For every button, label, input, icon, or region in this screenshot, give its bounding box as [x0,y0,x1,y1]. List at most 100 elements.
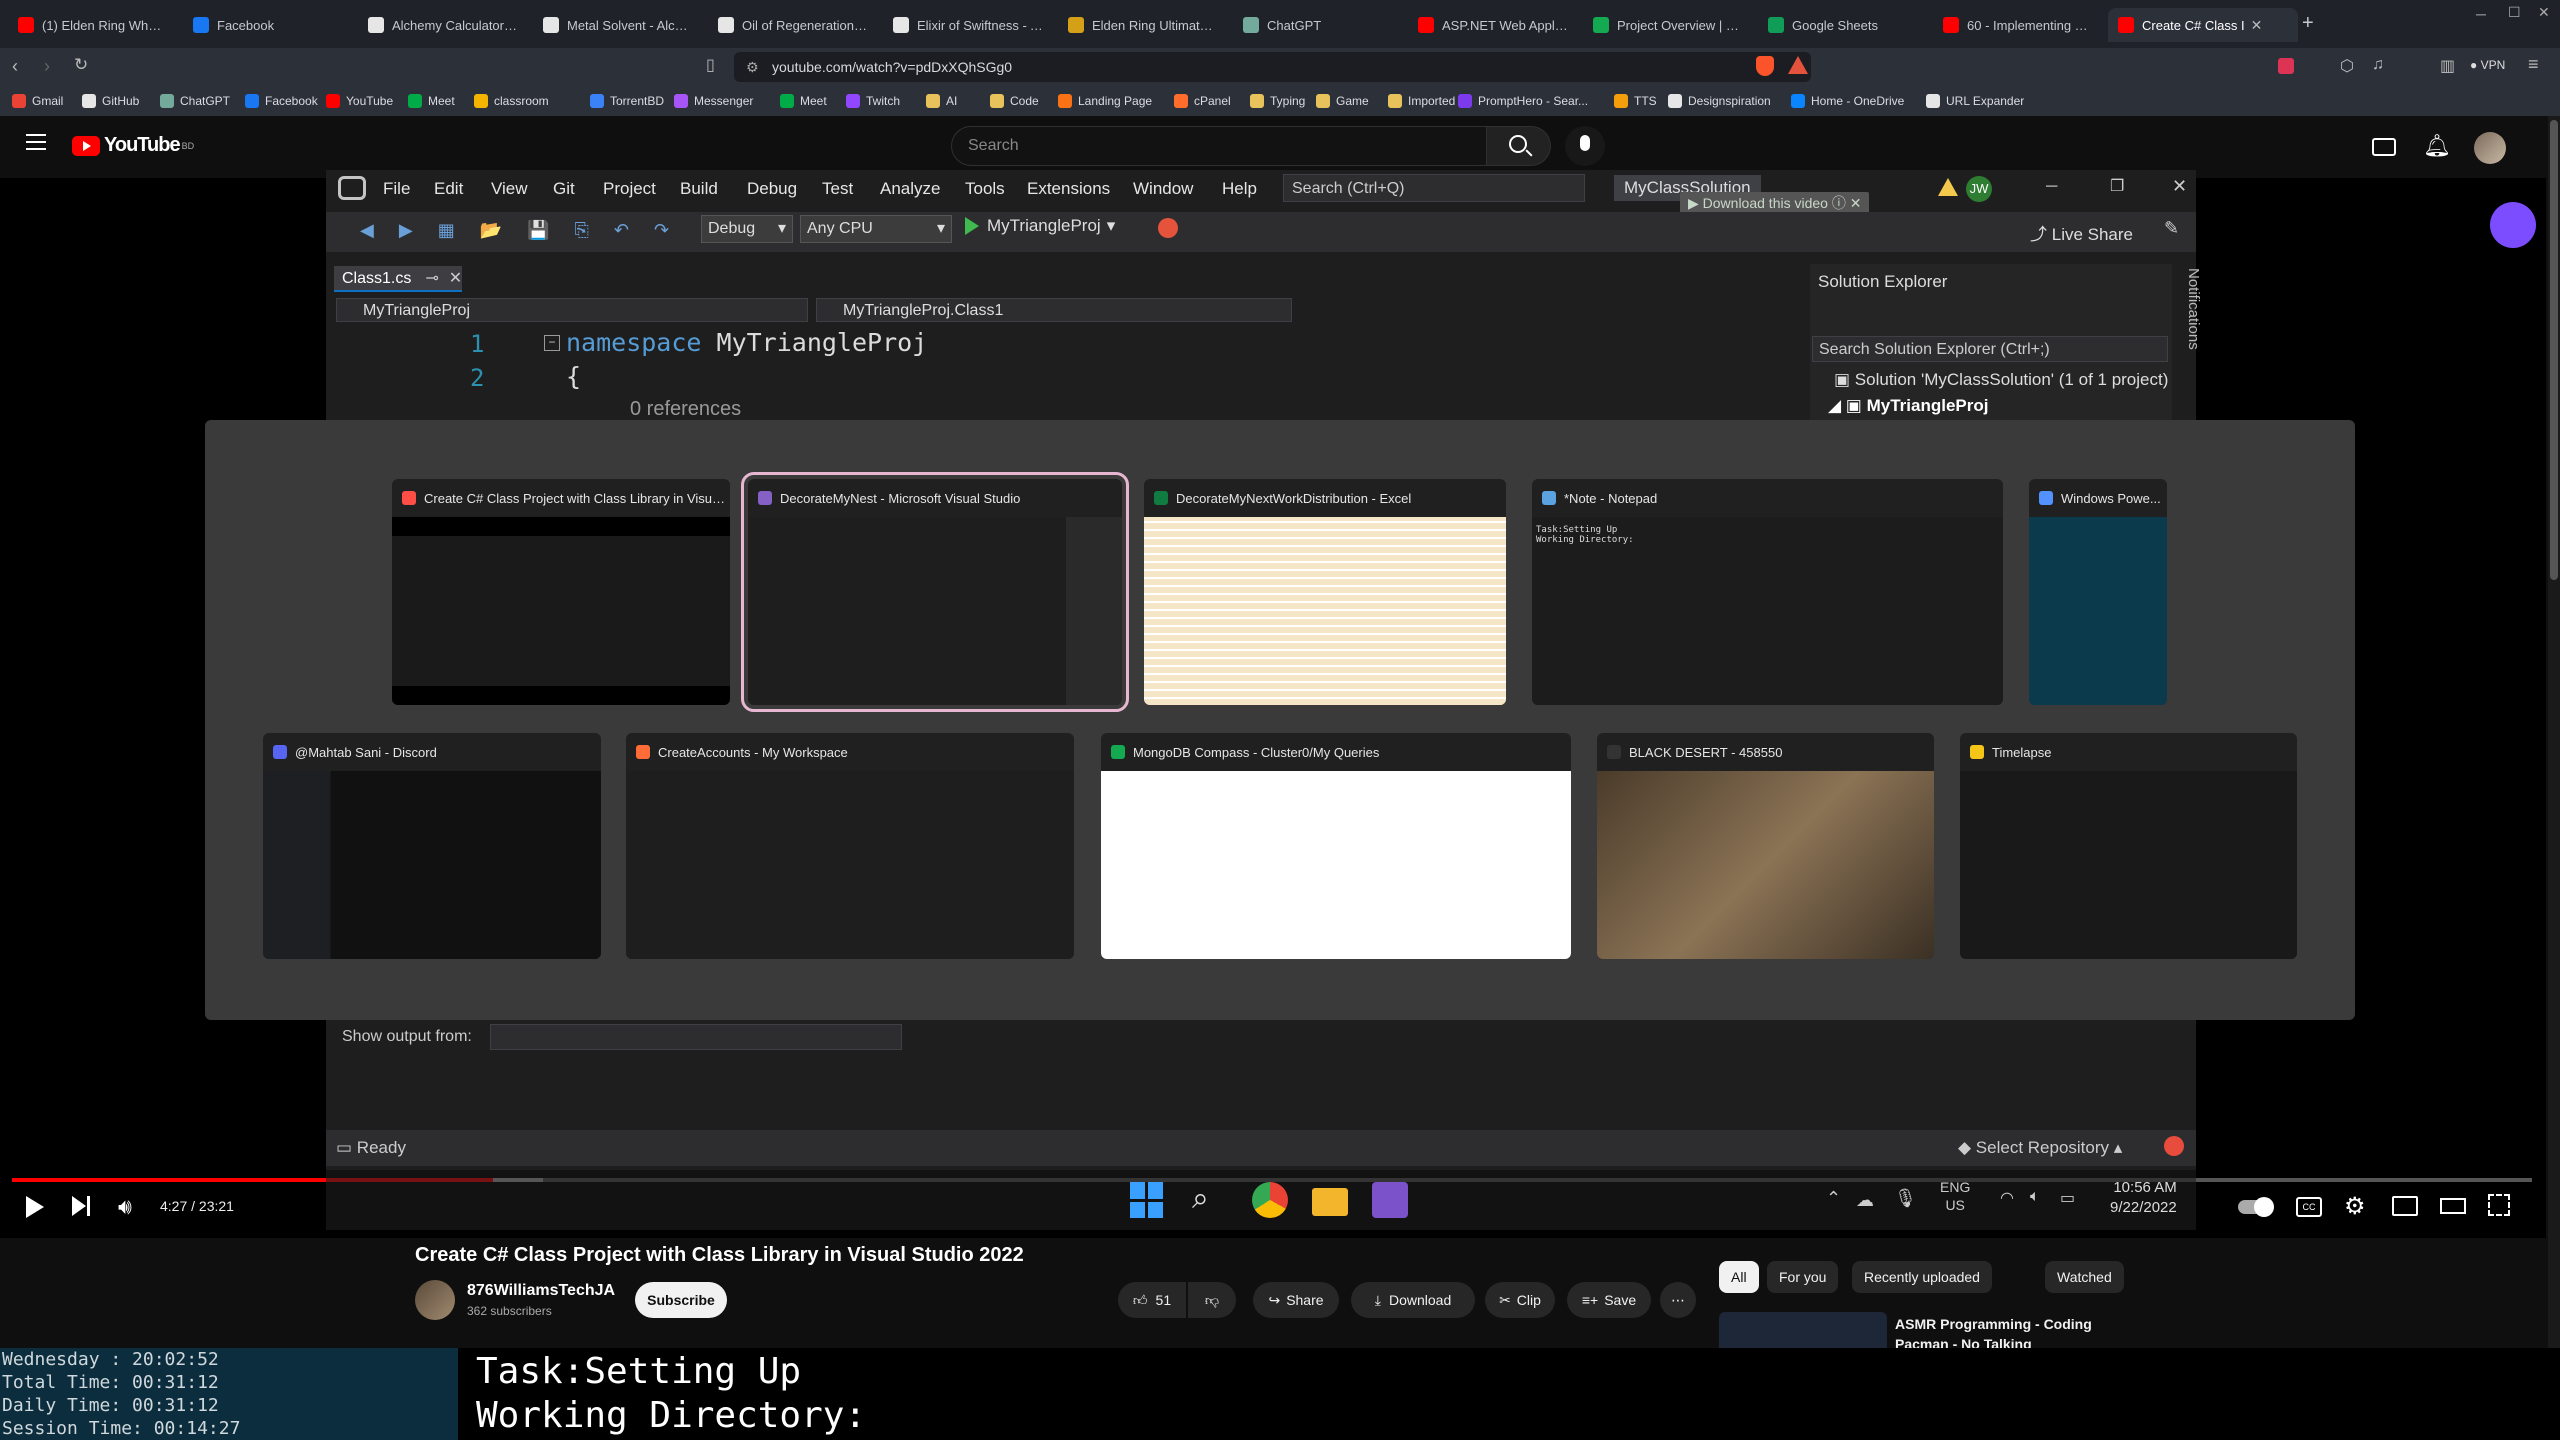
more-actions-button[interactable]: ⋯ [1660,1282,1696,1318]
recommended-thumbnail[interactable] [1719,1312,1887,1348]
switcher-window[interactable]: Timelapse [1960,733,2297,959]
brave-shield-icon[interactable] [1756,56,1774,76]
vs-menu-item[interactable]: Edit [434,179,463,199]
captions-icon[interactable]: CC [2296,1197,2322,1217]
file-explorer-icon[interactable] [1312,1188,1348,1216]
settings-gear-icon[interactable]: ⚙ [2344,1192,2366,1221]
feedback-icon[interactable]: ✎ [2164,218,2179,239]
bookmark-item[interactable]: Gmail [12,91,63,111]
bookmark-item[interactable]: AI [926,91,957,111]
search-icon[interactable]: ⌕ [1192,1182,1228,1218]
bookmark-item[interactable]: classroom [474,91,549,111]
bookmark-item[interactable]: TTS [1614,91,1657,111]
vs-menu-item[interactable]: Debug [747,179,797,199]
bookmark-item[interactable]: Typing [1250,91,1305,111]
platform-dropdown[interactable]: Any CPU ▾ [800,215,952,243]
bookmark-item[interactable]: TorrentBD [590,91,664,111]
vs-menu-item[interactable]: File [383,179,410,199]
close-tab-icon[interactable]: ✕ [449,270,462,287]
fullscreen-icon[interactable] [2488,1194,2510,1216]
browser-tab[interactable]: Oil of Regeneration - Al [708,8,878,42]
class-nav-dropdown[interactable]: MyTriangleProj.Class1 [816,298,1292,322]
back-icon[interactable]: ‹ [12,56,18,77]
switcher-window[interactable]: BLACK DESERT - 458550 [1597,733,1934,959]
vs-menu-item[interactable]: Tools [965,179,1005,199]
clip-button[interactable]: ✂ Clip [1485,1282,1555,1318]
voice-search-button[interactable] [1565,126,1605,166]
window-minimize-button[interactable]: ─ [2476,6,2486,22]
switcher-window[interactable]: Windows Powe... [2029,479,2167,705]
browser-tab[interactable]: Google Sheets [1758,8,1928,42]
vs-toolbar-icons[interactable]: ◀ ▶ ▦ 📂 💾 ⎘ ↶ ↷ [360,220,680,244]
play-button[interactable] [26,1196,44,1218]
project-node[interactable]: ◢ ▣ MyTriangleProj [1828,396,1988,416]
youtube-search-input[interactable]: Search [951,126,1487,166]
vs-close-button[interactable]: ✕ [2172,176,2187,197]
bookmark-item[interactable]: YouTube [326,91,393,111]
solution-explorer-search[interactable]: Search Solution Explorer (Ctrl+;) [1812,336,2168,362]
notifications-bell-icon[interactable]: 🔔︎ [2423,133,2451,159]
site-info-icon[interactable]: ⚙ [746,52,759,82]
code-line[interactable]: { [566,362,581,391]
browser-tab[interactable]: Metal Solvent - Alchemy [533,8,703,42]
sidebar-icon[interactable]: ▥ [2440,56,2455,76]
share-button[interactable]: ↪ Share [1253,1282,1339,1318]
visual-studio-icon[interactable] [1372,1182,1408,1218]
bookmark-item[interactable]: URL Expander [1926,91,2024,111]
output-source-dropdown[interactable] [490,1024,902,1050]
youtube-search-button[interactable] [1487,126,1551,166]
scrollbar[interactable] [2548,116,2560,1348]
vpn-button[interactable]: ● VPN [2470,58,2505,72]
bookmark-item[interactable]: ChatGPT [160,91,230,111]
hamburger-menu-icon[interactable] [26,134,46,150]
vs-menu-item[interactable]: Test [822,179,853,199]
browser-tab[interactable]: (1) Elden Ring Where To [8,8,178,42]
autoplay-toggle[interactable] [2238,1197,2274,1217]
switcher-window[interactable]: *Note - Notepad Task:Setting Up Working D… [1532,479,2003,705]
next-button[interactable] [72,1196,90,1221]
windows-start-icon[interactable] [1130,1182,1166,1218]
bookmark-item[interactable]: cPanel [1174,91,1231,111]
notifications-side-tab[interactable]: Notifications [2178,268,2202,378]
mic-icon[interactable]: 🎙︎ [1894,1188,1917,1209]
save-button[interactable]: ≡+ Save [1567,1282,1651,1318]
extensions-puzzle-icon[interactable]: ⬡ [2340,56,2354,76]
vs-menu-item[interactable]: Window [1133,179,1193,199]
bookmark-item[interactable]: Meet [780,91,827,111]
volume-icon[interactable]: 🔊︎ [118,1194,132,1220]
vs-search-box[interactable]: Search (Ctrl+Q) [1283,174,1585,202]
wifi-icon[interactable]: ◠ [2000,1188,2014,1208]
url-bar[interactable]: ⚙ youtube.com/watch?v=pdDxXQhSGg0 [734,52,1811,82]
bookmark-item[interactable]: GitHub [82,91,139,111]
bookmark-item[interactable]: Game [1316,91,1369,111]
filter-chip[interactable]: For you [1767,1261,1839,1293]
create-video-icon[interactable] [2372,138,2396,156]
browser-tab[interactable]: Facebook [183,8,353,42]
hot-reload-icon[interactable] [1158,218,1178,238]
reload-icon[interactable]: ↻ [74,55,88,75]
user-avatar[interactable] [2474,132,2506,164]
vs-user-badge[interactable]: JW [1966,176,1992,202]
bookmark-item[interactable]: Home - OneDrive [1791,91,1904,111]
select-repository-button[interactable]: ◆ Select Repository ▴ [1958,1138,2122,1158]
filter-chip[interactable]: Recently uploaded [1852,1261,1992,1293]
tray-chevron-icon[interactable]: ⌃ [1826,1188,1841,1209]
vs-restore-button[interactable]: ❐ [2110,176,2124,196]
collapse-toggle-icon[interactable]: − [544,335,560,351]
copilot-bubble-icon[interactable] [2490,202,2536,248]
subscribe-button[interactable]: Subscribe [635,1282,727,1318]
music-icon[interactable]: ♫ [2372,56,2384,74]
browser-tab[interactable]: Alchemy Calculator | bd [358,8,528,42]
notification-bell-icon[interactable] [2164,1136,2184,1156]
vs-menu-item[interactable]: Git [553,179,575,199]
browser-tab[interactable]: Elixir of Swiftness - Alche [883,8,1053,42]
speaker-icon[interactable]: 🔈︎ [2030,1188,2040,1206]
browser-tab[interactable]: ASP.NET Web Applicatio [1408,8,1578,42]
bookmark-item[interactable]: Twitch [846,91,900,111]
bookmark-item[interactable]: Landing Page [1058,91,1152,111]
window-close-button[interactable]: ✕ [2538,4,2550,21]
pin-icon[interactable]: ⊸ [425,270,438,287]
browser-tab[interactable]: Project Overview | Cloud [1583,8,1753,42]
youtube-logo[interactable]: YouTube BD [72,134,194,157]
bookmark-item[interactable]: Meet [408,91,455,111]
